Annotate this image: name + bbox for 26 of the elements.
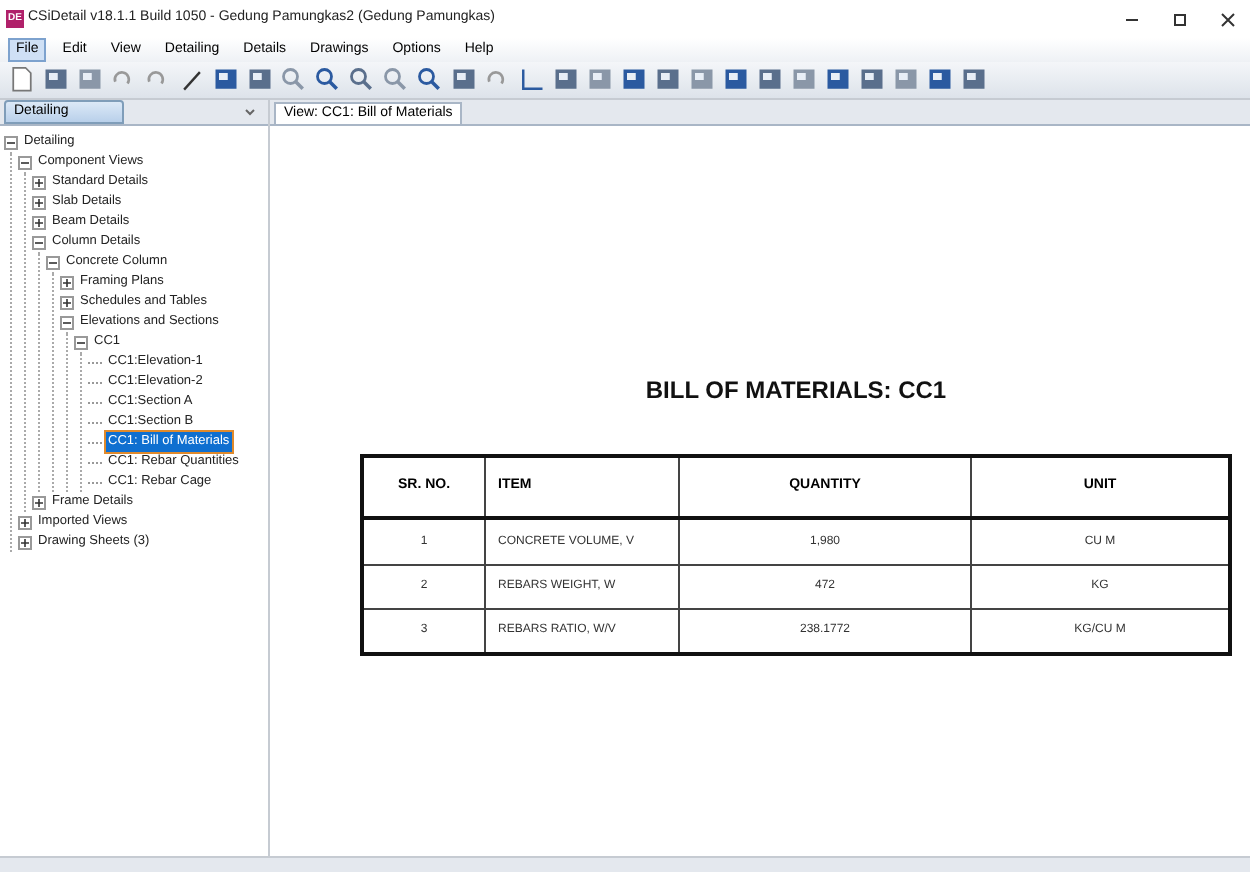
expand-toggle[interactable]	[60, 275, 74, 289]
expand-toggle[interactable]	[32, 195, 46, 209]
zoom-icon[interactable]	[314, 66, 342, 94]
zoom-icon[interactable]	[382, 66, 410, 94]
close-icon[interactable]	[1220, 11, 1236, 27]
expand-toggle[interactable]	[60, 295, 74, 309]
expand-toggle[interactable]	[18, 515, 32, 529]
expand-toggle[interactable]	[18, 535, 32, 549]
collapse-toggle[interactable]	[46, 255, 60, 269]
maximize-icon[interactable]	[1172, 11, 1188, 27]
pen-icon[interactable]	[178, 66, 206, 94]
collapse-toggle[interactable]	[60, 315, 74, 329]
axes-icon[interactable]	[518, 66, 546, 94]
new-icon[interactable]	[8, 66, 36, 94]
collapse-toggle[interactable]	[74, 335, 88, 349]
collapse-toggle[interactable]	[18, 155, 32, 169]
expand-toggle[interactable]	[32, 495, 46, 509]
zoom-icon[interactable]	[348, 66, 376, 94]
expand-toggle[interactable]	[32, 175, 46, 189]
report-title: BILL OF MATERIALS: CC1	[645, 374, 947, 408]
dropdown-icon[interactable]	[244, 106, 256, 118]
collapse-toggle[interactable]	[4, 135, 18, 149]
zoom-icon[interactable]	[280, 66, 308, 94]
zoom-icon[interactable]	[416, 66, 444, 94]
expand-toggle[interactable]	[32, 215, 46, 229]
collapse-toggle[interactable]	[32, 235, 46, 249]
